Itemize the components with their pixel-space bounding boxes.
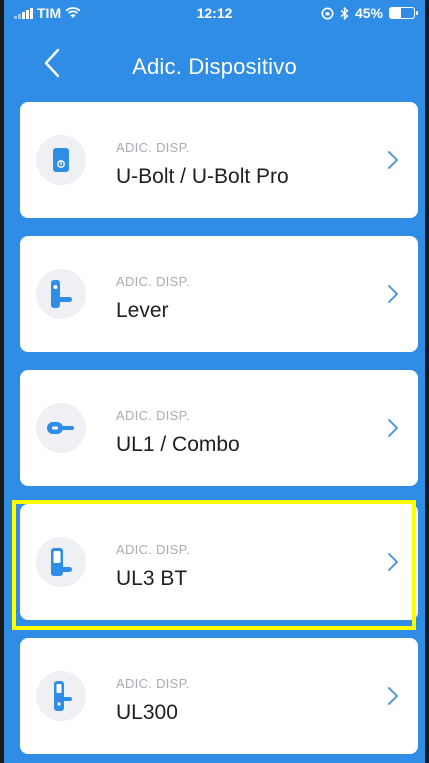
- page-title: Adic. Dispositivo: [132, 54, 297, 79]
- bluetooth-icon: [340, 6, 349, 20]
- chevron-right-icon: [388, 151, 398, 169]
- combo-lock-icon: [36, 403, 86, 453]
- device-item-ul3-bt[interactable]: ADIC. DISP. UL3 BT: [20, 504, 418, 620]
- lever-lock-icon: [36, 269, 86, 319]
- device-name: Lever: [116, 299, 169, 322]
- device-sublabel: ADIC. DISP.: [116, 140, 190, 155]
- chevron-right-icon: [388, 285, 398, 303]
- ul3-lock-icon: [36, 537, 86, 587]
- device-sublabel: ADIC. DISP.: [116, 542, 190, 557]
- device-sublabel: ADIC. DISP.: [116, 408, 190, 423]
- device-name: UL300: [116, 701, 178, 724]
- chevron-right-icon: [388, 419, 398, 437]
- orientation-lock-icon: [321, 7, 334, 19]
- chevron-right-icon: [388, 687, 398, 705]
- device-sublabel: ADIC. DISP.: [116, 274, 190, 289]
- device-sublabel: ADIC. DISP.: [116, 676, 190, 691]
- ul300-lock-icon: [36, 671, 86, 721]
- status-bar: TIM 12:12 45%: [0, 0, 429, 26]
- chevron-right-icon: [388, 553, 398, 571]
- device-item-lever[interactable]: ADIC. DISP. Lever: [20, 236, 418, 352]
- device-name: U-Bolt / U-Bolt Pro: [116, 165, 289, 188]
- navigation-bar: Adic. Dispositivo: [0, 28, 429, 98]
- battery-percent: 45%: [354, 5, 383, 21]
- device-item-ubolt[interactable]: ADIC. DISP. U-Bolt / U-Bolt Pro: [20, 102, 418, 218]
- status-right: 45%: [321, 5, 418, 21]
- device-name: UL1 / Combo: [116, 433, 240, 456]
- device-item-ul300[interactable]: ADIC. DISP. UL300: [20, 638, 418, 754]
- deadbolt-lock-icon: [36, 135, 86, 185]
- battery-level: [390, 8, 401, 18]
- battery-icon: [389, 7, 418, 19]
- device-item-ul1-combo[interactable]: ADIC. DISP. UL1 / Combo: [20, 370, 418, 486]
- device-name: UL3 BT: [116, 567, 188, 590]
